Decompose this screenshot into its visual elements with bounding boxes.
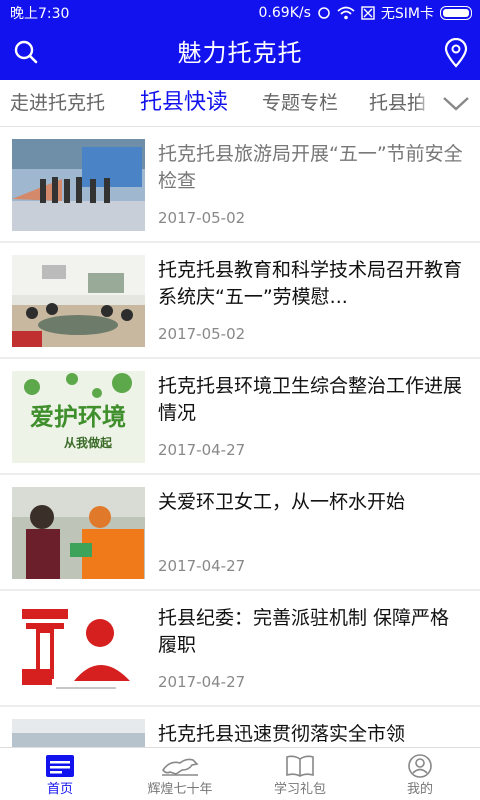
news-item[interactable]: 爱护环境 从我做起 托克托县环境卫生综合整治工作进展情况 2017-04-27 bbox=[0, 359, 480, 475]
news-item[interactable]: 托县纪委：完善派驻机制 保障严格履职 2017-04-27 bbox=[0, 591, 480, 707]
news-date: 2017-04-27 bbox=[158, 673, 246, 691]
home-news-icon bbox=[46, 755, 74, 777]
news-list: 托克托县旅游局开展“五一”节前安全检查 2017-05-02 托克托县教育和科学… bbox=[0, 127, 480, 747]
chevron-down-icon bbox=[443, 97, 469, 111]
news-item[interactable]: 托克托县旅游局开展“五一”节前安全检查 2017-05-02 bbox=[0, 127, 480, 243]
nav-seventy-years[interactable]: 辉煌七十年 bbox=[120, 748, 240, 800]
news-title: 托克托县迅速贯彻落实全市领 bbox=[158, 723, 406, 745]
poster-text: 爱护环境 bbox=[30, 402, 126, 431]
news-thumbnail bbox=[12, 139, 145, 231]
app-bar: 魅力托克托 bbox=[0, 26, 480, 80]
news-title: 托县纪委：完善派驻机制 保障严格履职 bbox=[158, 607, 450, 656]
nav-label: 学习礼包 bbox=[273, 782, 326, 797]
news-date: 2017-04-27 bbox=[158, 441, 246, 459]
tabs-more-button[interactable] bbox=[432, 80, 480, 126]
nav-mine[interactable]: 我的 bbox=[360, 748, 480, 800]
news-title: 托克托县教育和科学技术局召开教育系统庆“五一”劳模慰... bbox=[158, 259, 463, 308]
location-pin-icon[interactable] bbox=[442, 38, 470, 68]
category-tabs: 走进托克托 托县快读 专题专栏 托县拍 bbox=[0, 80, 480, 127]
news-title: 托克托县环境卫生综合整治工作进展情况 bbox=[158, 375, 463, 424]
tab-zoujin[interactable]: 走进托克托 bbox=[10, 80, 105, 126]
nav-label: 首页 bbox=[46, 782, 73, 797]
news-date: 2017-05-02 bbox=[158, 325, 246, 343]
news-item[interactable]: 托克托县迅速贯彻落实全市领 bbox=[0, 707, 480, 747]
news-thumbnail bbox=[12, 603, 145, 695]
battery-icon bbox=[440, 6, 472, 20]
status-bar: 晚上7:30 0.69K/s 无SIM卡 bbox=[0, 0, 480, 26]
news-thumbnail bbox=[12, 719, 145, 747]
news-thumbnail bbox=[12, 255, 145, 347]
bottom-nav: 首页 辉煌七十年 学习礼包 我的 bbox=[0, 747, 480, 800]
tab-kuaidu[interactable]: 托县快读 bbox=[140, 80, 228, 126]
news-title: 关爱环卫女工，从一杯水开始 bbox=[158, 491, 406, 513]
tab-tuoxian-pai[interactable]: 托县拍 bbox=[369, 80, 426, 126]
nav-label: 辉煌七十年 bbox=[147, 782, 213, 797]
news-item[interactable]: 托克托县教育和科学技术局召开教育系统庆“五一”劳模慰... 2017-05-02 bbox=[0, 243, 480, 359]
book-icon bbox=[286, 755, 314, 777]
sim-status: 无SIM卡 bbox=[380, 6, 434, 22]
tab-zhuanti[interactable]: 专题专栏 bbox=[262, 80, 338, 126]
no-sim-icon bbox=[361, 6, 375, 20]
nav-home[interactable]: 首页 bbox=[0, 748, 120, 800]
news-title: 托克托县旅游局开展“五一”节前安全检查 bbox=[158, 143, 463, 192]
wifi-icon bbox=[337, 6, 355, 20]
news-date: 2017-04-27 bbox=[158, 557, 246, 575]
status-time: 晚上7:30 bbox=[10, 6, 70, 22]
user-icon bbox=[408, 754, 432, 778]
poster-subtext: 从我做起 bbox=[64, 435, 113, 450]
network-speed: 0.69K/s bbox=[258, 5, 311, 21]
news-thumbnail bbox=[12, 487, 145, 579]
news-thumbnail: 爱护环境 从我做起 bbox=[12, 371, 145, 463]
nav-study-pack[interactable]: 学习礼包 bbox=[240, 748, 360, 800]
news-item[interactable]: 关爱环卫女工，从一杯水开始 2017-04-27 bbox=[0, 475, 480, 591]
page-title: 魅力托克托 bbox=[177, 39, 303, 67]
nav-label: 我的 bbox=[406, 782, 433, 797]
horse-icon bbox=[162, 758, 199, 776]
status-right: 0.69K/s 无SIM卡 bbox=[259, 3, 472, 23]
alarm-icon bbox=[318, 7, 330, 19]
news-date: 2017-05-02 bbox=[158, 209, 246, 227]
